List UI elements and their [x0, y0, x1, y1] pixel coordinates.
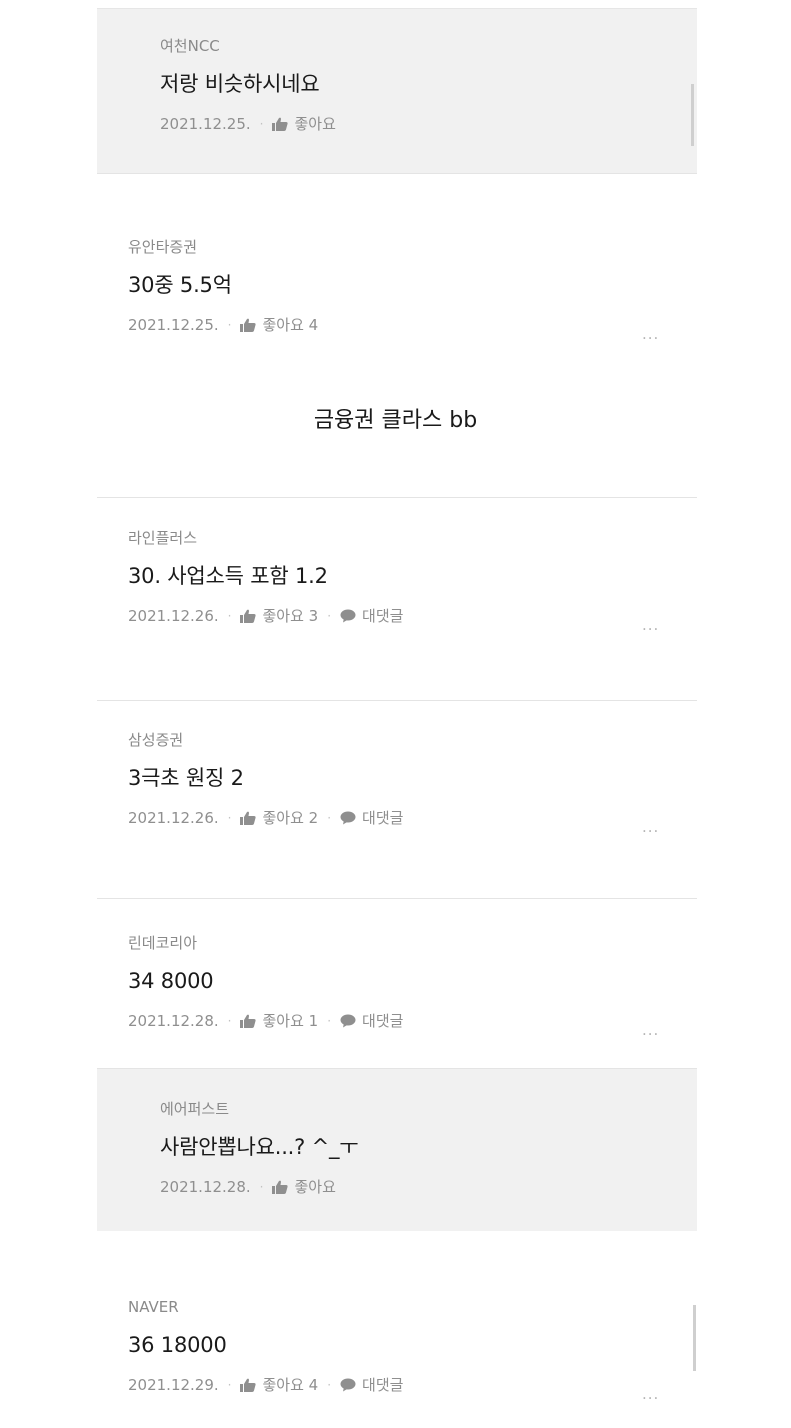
comment-body: 30. 사업소득 포함 1.2 [128, 564, 328, 588]
reply-button[interactable]: 대댓글 [340, 1375, 403, 1395]
more-options-icon[interactable]: ... [642, 327, 659, 342]
comment-date: 2021.12.25. [160, 115, 251, 133]
comment-date: 2021.12.26. [128, 809, 219, 827]
thumbs-up-icon [240, 609, 257, 623]
comment-author[interactable]: 라인플러스 [128, 528, 403, 548]
reply-comment: 여천NCC 저랑 비슷하시네요 2021.12.25. · 좋아요 [160, 36, 336, 134]
like-label: 좋아요 2 [262, 809, 319, 827]
like-label: 좋아요 3 [262, 607, 319, 625]
comment-meta: 2021.12.29. · 좋아요 4 · 대댓글 [128, 1375, 403, 1395]
comment-body: 34 8000 [128, 969, 214, 993]
comment-date: 2021.12.26. [128, 607, 219, 625]
comment: 라인플러스 30. 사업소득 포함 1.2 2021.12.26. · 좋아요 … [128, 528, 403, 626]
thumbs-up-icon [240, 811, 257, 825]
like-label: 좋아요 4 [262, 1376, 319, 1394]
separator-caption: 금융권 클라스 bb [313, 408, 478, 433]
comment: 린데코리아 34 8000 2021.12.28. · 좋아요 1 · 대댓글 [128, 933, 403, 1031]
dot-separator: · [327, 811, 332, 825]
reply-button[interactable]: 대댓글 [340, 606, 403, 626]
like-button[interactable]: 좋아요 [272, 114, 336, 134]
comment-meta: 2021.12.26. · 좋아요 3 · 대댓글 [128, 606, 403, 626]
comment-meta: 2021.12.25. · 좋아요 [160, 114, 336, 134]
dot-separator: · [327, 609, 332, 623]
like-button[interactable]: 좋아요 3 [240, 606, 318, 626]
like-button[interactable]: 좋아요 2 [240, 808, 318, 828]
dot-separator: · [327, 1378, 332, 1392]
divider [97, 497, 697, 498]
like-button[interactable]: 좋아요 1 [240, 1011, 318, 1031]
like-label: 좋아요 [294, 115, 336, 133]
scrollbar[interactable] [693, 1305, 696, 1371]
dot-separator: · [227, 811, 232, 825]
comment-date: 2021.12.25. [128, 316, 219, 334]
reply-button[interactable]: 대댓글 [340, 1011, 403, 1031]
dot-separator: · [227, 1378, 232, 1392]
comment-author[interactable]: 에어퍼스트 [160, 1099, 358, 1119]
comment-meta: 2021.12.28. · 좋아요 [160, 1177, 358, 1197]
dot-separator: · [259, 117, 264, 131]
like-label: 좋아요 4 [262, 316, 319, 334]
like-button[interactable]: 좋아요 4 [240, 1375, 318, 1395]
like-button[interactable]: 좋아요 4 [240, 315, 318, 335]
divider [97, 700, 697, 701]
thumbs-up-icon [272, 117, 289, 131]
dot-separator: · [259, 1180, 264, 1194]
divider [97, 898, 697, 899]
comment-meta: 2021.12.25. · 좋아요 4 [128, 315, 318, 335]
comment-author[interactable]: 린데코리아 [128, 933, 403, 953]
scrollbar[interactable] [691, 84, 694, 146]
more-options-icon[interactable]: ... [642, 820, 659, 835]
more-options-icon[interactable]: ... [642, 1387, 659, 1402]
like-label: 좋아요 [294, 1178, 336, 1196]
comment-body: 36 18000 [128, 1333, 227, 1357]
speech-bubble-icon [340, 1014, 356, 1028]
comment-meta: 2021.12.26. · 좋아요 2 · 대댓글 [128, 808, 403, 828]
reply-label: 대댓글 [362, 1376, 404, 1394]
comment-author[interactable]: 여천NCC [160, 36, 336, 56]
thumbs-up-icon [240, 1378, 257, 1392]
comment: 유안타증권 30중 5.5억 2021.12.25. · 좋아요 4 [128, 237, 318, 335]
reply-comment: 에어퍼스트 사람안뽑나요...? ^_ㅜ 2021.12.28. · 좋아요 [160, 1099, 359, 1197]
comment-body: 30중 5.5억 [128, 273, 232, 297]
comment-date: 2021.12.28. [128, 1012, 219, 1030]
comment: NAVER 36 18000 2021.12.29. · 좋아요 4 · 대댓글 [128, 1297, 403, 1395]
reply-label: 대댓글 [362, 809, 404, 827]
dot-separator: · [227, 318, 232, 332]
reply-label: 대댓글 [362, 607, 404, 625]
more-options-icon[interactable]: ... [642, 1023, 659, 1038]
comment-author[interactable]: 유안타증권 [128, 237, 318, 257]
speech-bubble-icon [340, 609, 356, 623]
comment-body: 사람안뽑나요...? ^_ㅜ [160, 1135, 359, 1159]
thumbs-up-icon [240, 318, 257, 332]
comment-body: 저랑 비슷하시네요 [160, 72, 320, 96]
comment: 삼성증권 3극초 원징 2 2021.12.26. · 좋아요 2 · 대댓글 [128, 730, 403, 828]
dot-separator: · [327, 1014, 332, 1028]
dot-separator: · [227, 609, 232, 623]
comment-body: 3극초 원징 2 [128, 766, 244, 790]
more-options-icon[interactable]: ... [642, 618, 659, 633]
comment-author[interactable]: NAVER [128, 1297, 403, 1317]
panel-top-edge [97, 0, 697, 9]
speech-bubble-icon [340, 1378, 356, 1392]
thumbs-up-icon [272, 1180, 289, 1194]
like-button[interactable]: 좋아요 [272, 1177, 336, 1197]
divider [97, 1068, 697, 1069]
speech-bubble-icon [340, 811, 356, 825]
comment-author[interactable]: 삼성증권 [128, 730, 403, 750]
reply-label: 대댓글 [362, 1012, 404, 1030]
comment-date: 2021.12.29. [128, 1376, 219, 1394]
dot-separator: · [227, 1014, 232, 1028]
thumbs-up-icon [240, 1014, 257, 1028]
comment-date: 2021.12.28. [160, 1178, 251, 1196]
reply-button[interactable]: 대댓글 [340, 808, 403, 828]
like-label: 좋아요 1 [262, 1012, 319, 1030]
comment-meta: 2021.12.28. · 좋아요 1 · 대댓글 [128, 1011, 403, 1031]
divider [97, 173, 697, 174]
